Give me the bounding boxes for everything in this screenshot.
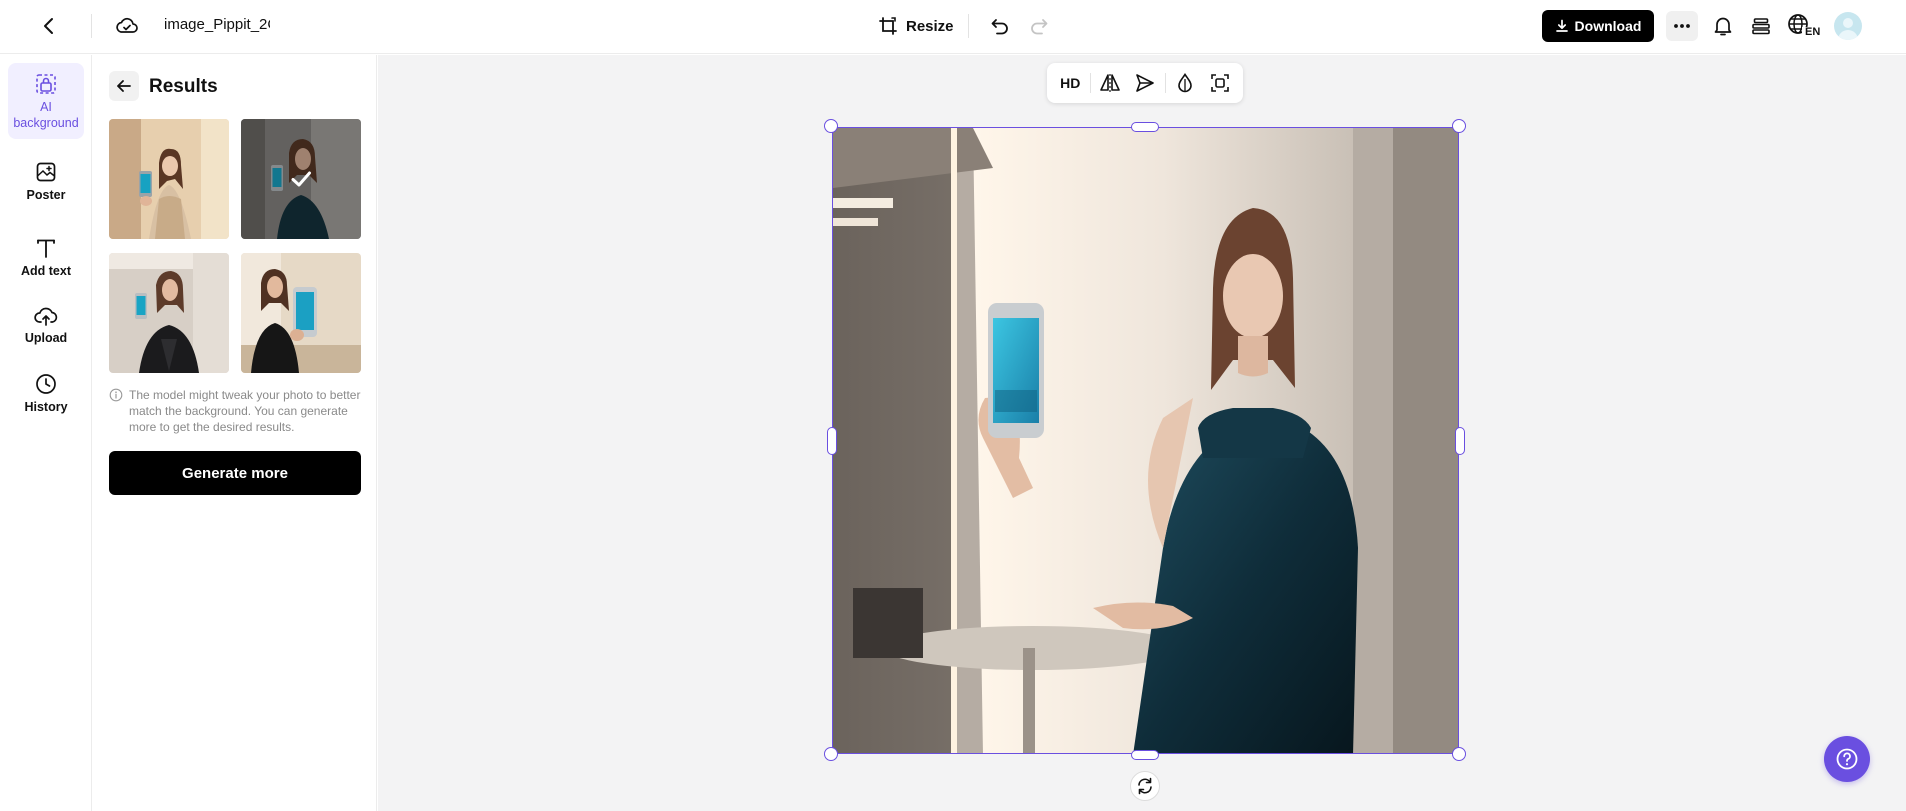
crop-focus-button[interactable]	[1205, 68, 1235, 98]
resize-handle-right[interactable]	[1455, 427, 1465, 455]
more-options-button[interactable]	[1666, 11, 1698, 41]
ai-background-icon	[36, 73, 56, 94]
result-thumbnail[interactable]	[109, 119, 229, 239]
resize-button[interactable]: Resize	[872, 11, 960, 41]
poster-icon	[36, 162, 56, 181]
language-button[interactable]: EN	[1786, 10, 1820, 42]
result-thumbnail[interactable]	[241, 253, 361, 373]
resize-handle-bottom-right[interactable]	[1452, 747, 1466, 761]
undo-icon	[991, 19, 1008, 35]
redo-icon	[1031, 19, 1048, 35]
resize-handle-top[interactable]	[1131, 122, 1159, 132]
upload-cloud-icon	[34, 307, 58, 326]
text-icon	[37, 239, 55, 258]
top-bar: image_Pippit_2C Resize Download EN	[0, 0, 1906, 54]
bell-icon	[1714, 17, 1732, 36]
divider	[1164, 73, 1166, 93]
generate-more-button[interactable]: Generate more	[109, 451, 361, 495]
resize-handle-left[interactable]	[827, 427, 837, 455]
focus-frame-icon	[1210, 74, 1229, 92]
cloud-check-icon	[116, 17, 138, 33]
flip-icon	[1100, 74, 1121, 92]
avatar-icon	[1838, 18, 1858, 40]
panel-back-button[interactable]	[109, 71, 139, 101]
sidebar-item-label: Add text	[21, 263, 71, 278]
chevron-left-icon	[44, 18, 53, 34]
divider	[968, 14, 969, 38]
sidebar-item-poster[interactable]: Poster	[8, 151, 84, 211]
more-horizontal-icon	[1674, 24, 1690, 28]
result-image	[241, 253, 361, 373]
rotate-icon	[1138, 777, 1152, 795]
results-panel: Results The model might tweak your photo…	[93, 55, 377, 811]
layers-button[interactable]	[1746, 11, 1776, 41]
resize-icon	[879, 17, 897, 35]
panel-title: Results	[149, 76, 218, 97]
sidebar-item-label: Poster	[26, 187, 66, 202]
note-text: The model might tweak your photo to bett…	[129, 388, 361, 434]
user-avatar[interactable]	[1834, 12, 1862, 40]
main-image[interactable]	[832, 127, 1459, 754]
result-image	[109, 119, 229, 239]
resize-label: Resize	[906, 17, 954, 35]
question-icon	[1836, 748, 1858, 770]
language-badge: EN	[1805, 26, 1821, 38]
sidebar-item-label: History	[24, 399, 68, 414]
notifications-button[interactable]	[1708, 11, 1738, 41]
adjust-button[interactable]	[1170, 68, 1200, 98]
redo-button[interactable]	[1024, 11, 1054, 41]
send-icon	[1136, 74, 1154, 92]
result-image	[109, 253, 229, 373]
sidebar-item-label: AI background	[13, 99, 79, 130]
divider	[1089, 73, 1091, 93]
arrow-left-icon	[117, 80, 131, 92]
rotate-button[interactable]	[1130, 771, 1160, 801]
undo-button[interactable]	[985, 11, 1015, 41]
sidebar-item-history[interactable]: History	[8, 363, 84, 423]
result-thumbnail[interactable]	[109, 253, 229, 373]
result-thumbnail-selected[interactable]	[241, 119, 361, 239]
image-toolbar: HD	[1047, 63, 1243, 103]
info-icon	[109, 388, 123, 402]
cloud-sync-button[interactable]	[112, 11, 142, 41]
sidebar-item-ai-background[interactable]: AI background	[8, 63, 84, 139]
layers-stack-icon	[1752, 18, 1770, 35]
tool-rail: AI background Poster Add text Upload His…	[0, 55, 92, 811]
download-label: Download	[1574, 18, 1642, 34]
canvas-area[interactable]: HD	[378, 55, 1906, 811]
resize-handle-top-right[interactable]	[1452, 119, 1466, 133]
sidebar-item-add-text[interactable]: Add text	[8, 227, 84, 287]
hd-button[interactable]: HD	[1055, 68, 1085, 98]
generation-note: The model might tweak your photo to bett…	[109, 387, 365, 435]
resize-handle-top-left[interactable]	[824, 119, 838, 133]
back-button[interactable]	[34, 10, 64, 42]
main-image-graphic	[833, 128, 1458, 753]
flip-button[interactable]	[1095, 68, 1125, 98]
download-button[interactable]: Download	[1542, 10, 1654, 42]
download-icon	[1555, 19, 1568, 32]
history-clock-icon	[36, 373, 56, 394]
help-button[interactable]	[1824, 736, 1870, 782]
sidebar-item-upload[interactable]: Upload	[8, 295, 84, 355]
resize-handle-bottom[interactable]	[1131, 750, 1159, 760]
divider	[91, 14, 92, 38]
resize-handle-bottom-left[interactable]	[824, 747, 838, 761]
send-button[interactable]	[1130, 68, 1160, 98]
sidebar-item-label: Upload	[24, 330, 68, 345]
checkmark-icon	[291, 171, 311, 187]
file-name[interactable]: image_Pippit_2C	[164, 16, 270, 33]
drop-icon	[1178, 73, 1192, 93]
